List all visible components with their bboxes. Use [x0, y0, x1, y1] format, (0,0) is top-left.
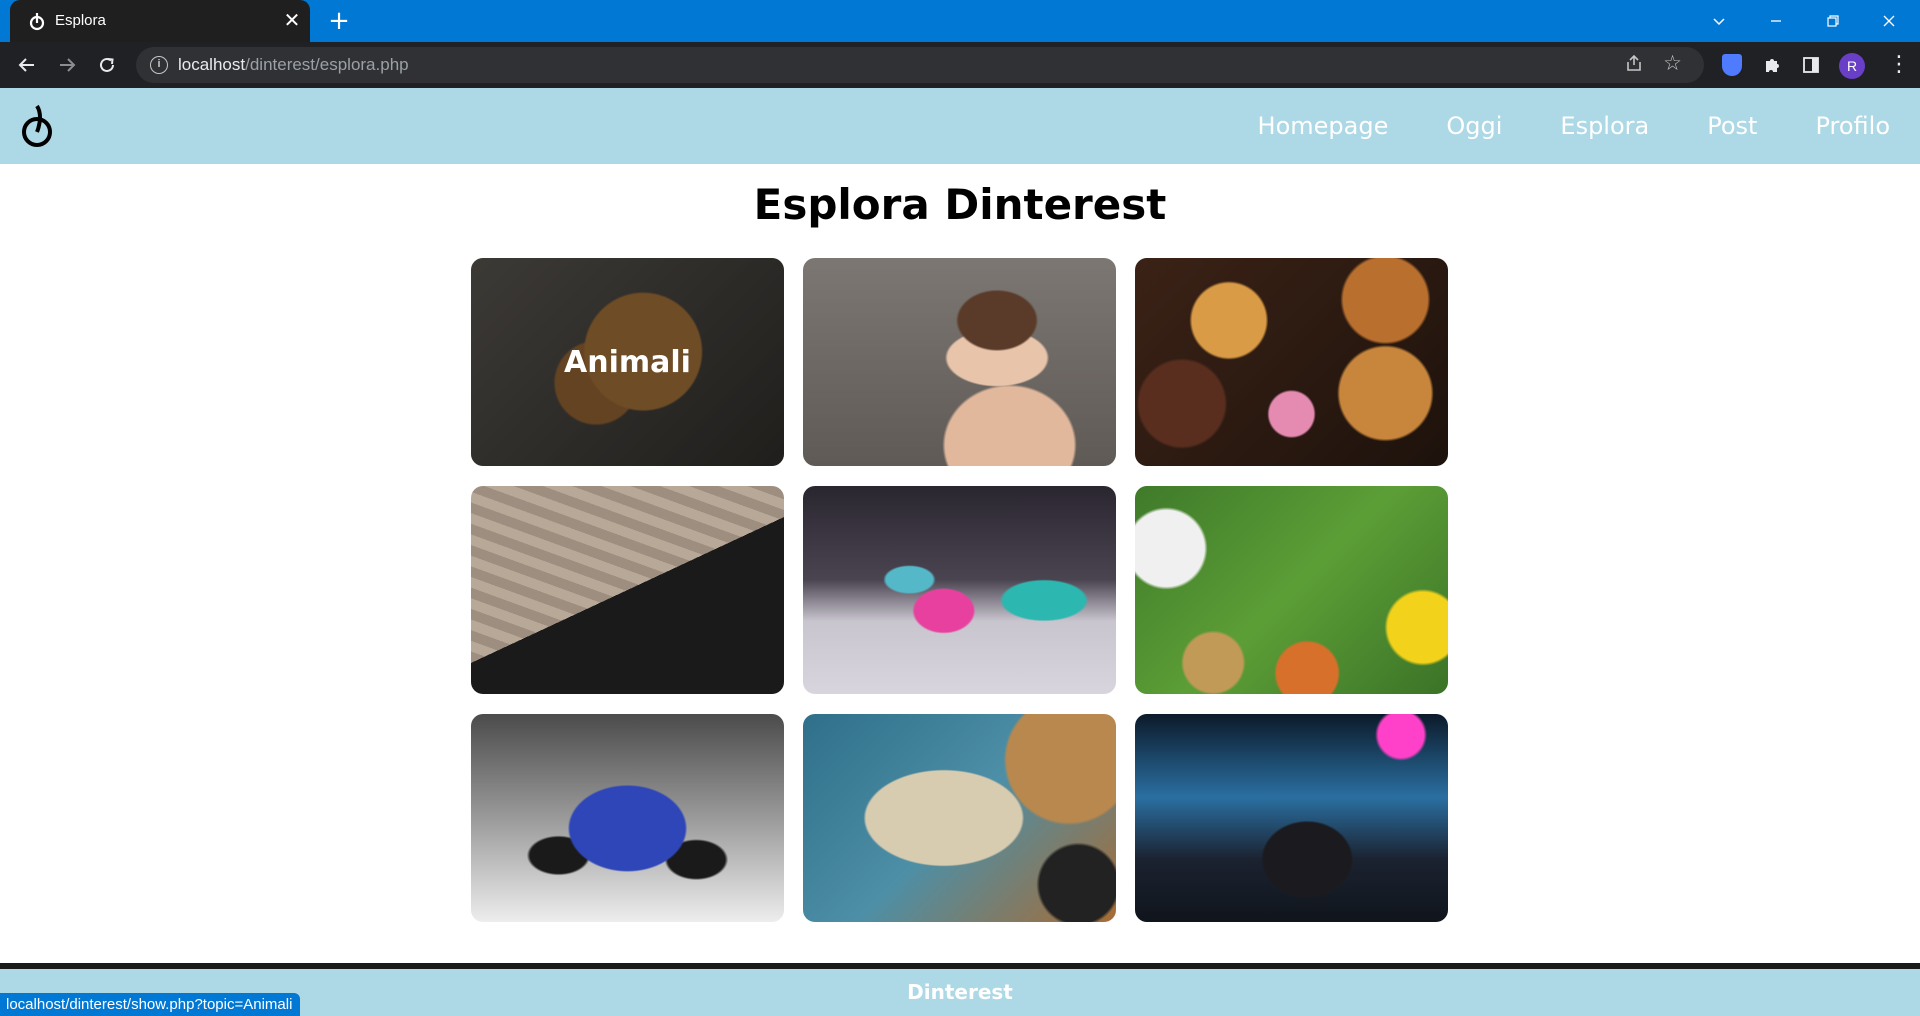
- topic-card-fashion[interactable]: [803, 486, 1116, 694]
- topic-card-animals[interactable]: Animali: [471, 258, 784, 466]
- browser-toolbar: i localhost/dinterest/esplora.php ☆ R ⋮: [0, 42, 1920, 88]
- site-info-icon[interactable]: i: [150, 56, 168, 74]
- topic-card-gaming[interactable]: [1135, 714, 1448, 922]
- topic-card-hover-overlay: Animali: [471, 258, 784, 466]
- topic-card-food[interactable]: [1135, 258, 1448, 466]
- tab-title: Esplora: [55, 12, 106, 29]
- nav-links: Homepage Oggi Esplora Post Profilo: [1200, 88, 1890, 164]
- nav-link-oggi[interactable]: Oggi: [1446, 112, 1502, 140]
- topic-card-cinema[interactable]: [471, 486, 784, 694]
- browser-menu-icon[interactable]: ⋮: [1888, 51, 1910, 79]
- restore-icon[interactable]: [1816, 4, 1850, 38]
- dinterest-logo-icon[interactable]: [18, 102, 56, 148]
- topic-card-beauty[interactable]: [803, 258, 1116, 466]
- url-path: /dinterest/esplora.php: [245, 55, 409, 74]
- new-tab-button[interactable]: +: [324, 6, 354, 36]
- profile-avatar[interactable]: R: [1839, 53, 1865, 79]
- browser-tab-active[interactable]: Esplora ✕: [10, 0, 310, 42]
- bookmark-star-icon[interactable]: ☆: [1663, 51, 1682, 75]
- url-host: localhost: [178, 55, 246, 74]
- close-tab-icon[interactable]: ✕: [281, 9, 303, 31]
- nav-link-esplora[interactable]: Esplora: [1560, 112, 1649, 140]
- link-status-tooltip: localhost/dinterest/show.php?topic=Anima…: [0, 993, 301, 1016]
- site-navbar: Homepage Oggi Esplora Post Profilo: [0, 88, 1920, 164]
- topic-card-travel[interactable]: [803, 714, 1116, 922]
- forward-arrow-icon[interactable]: [52, 50, 82, 80]
- topic-grid: Animali: [471, 258, 1449, 922]
- share-icon[interactable]: [1624, 53, 1644, 78]
- back-arrow-icon[interactable]: [12, 50, 42, 80]
- dinterest-favicon-icon: [29, 13, 45, 31]
- tab-search-chevron-icon[interactable]: [1702, 4, 1736, 38]
- close-window-icon[interactable]: [1872, 4, 1906, 38]
- page-title: Esplora Dinterest: [753, 180, 1167, 229]
- topic-card-sport[interactable]: [1135, 486, 1448, 694]
- nav-link-profilo[interactable]: Profilo: [1815, 112, 1890, 140]
- extensions-puzzle-icon[interactable]: [1758, 51, 1786, 79]
- address-bar[interactable]: i localhost/dinterest/esplora.php ☆: [136, 47, 1704, 83]
- topic-card-label: Animali: [564, 344, 691, 380]
- side-panel-icon[interactable]: [1797, 51, 1825, 79]
- minimize-icon[interactable]: [1759, 4, 1793, 38]
- topic-card-cars[interactable]: [471, 714, 784, 922]
- nav-link-homepage[interactable]: Homepage: [1258, 112, 1389, 140]
- browser-tab-bar: Esplora ✕ +: [0, 0, 1920, 42]
- address-url[interactable]: localhost/dinterest/esplora.php: [178, 55, 409, 75]
- extension-shield-icon[interactable]: [1722, 54, 1742, 76]
- nav-link-post[interactable]: Post: [1707, 112, 1757, 140]
- reload-icon[interactable]: [92, 50, 122, 80]
